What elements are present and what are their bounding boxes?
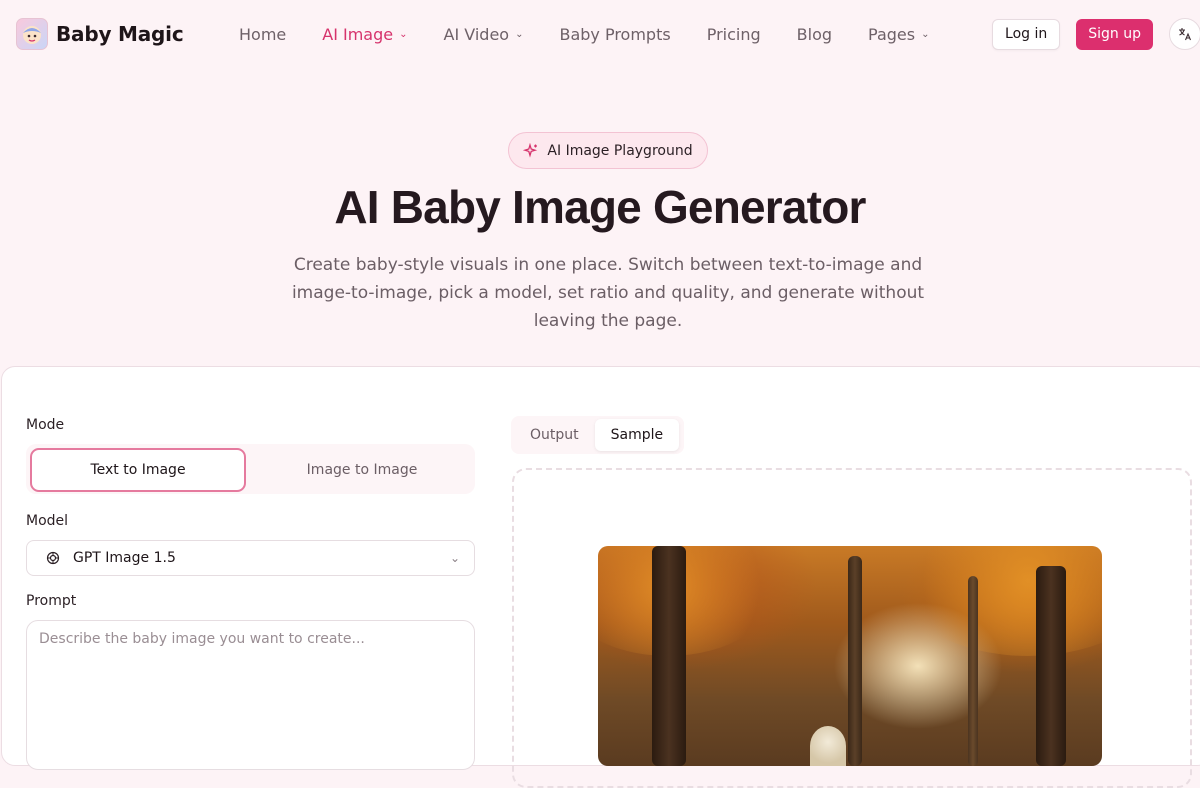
nav-label: Pricing bbox=[706, 24, 761, 44]
model-select[interactable]: GPT Image 1.5 ⌄ bbox=[26, 540, 475, 576]
nav-item-ai-image[interactable]: AI Image ⌄ bbox=[322, 25, 407, 44]
nav-label: AI Image bbox=[322, 24, 394, 44]
mode-toggle: Text to Image Image to Image bbox=[26, 444, 475, 494]
nav-label: AI Video bbox=[443, 24, 510, 44]
preview-tabs: Output Sample bbox=[511, 416, 684, 454]
chevron-down-icon: ⌄ bbox=[921, 28, 930, 40]
main-nav: Home AI Image ⌄ AI Video ⌄ Baby Prompts … bbox=[239, 0, 965, 68]
header-actions: Log in Sign up bbox=[992, 18, 1200, 50]
translate-icon bbox=[1179, 28, 1192, 41]
login-button[interactable]: Log in bbox=[992, 18, 1061, 50]
tab-sample[interactable]: Sample bbox=[594, 419, 680, 451]
nav-item-ai-video[interactable]: AI Video ⌄ bbox=[444, 25, 524, 44]
page-subtitle: Create baby-style visuals in one place. … bbox=[291, 255, 925, 331]
chevron-down-icon: ⌄ bbox=[449, 551, 460, 565]
prompt-input[interactable] bbox=[26, 620, 475, 770]
nav-label: Blog bbox=[796, 24, 833, 44]
page-title: AI Baby Image Generator bbox=[334, 181, 866, 233]
badge-label: AI Image Playground bbox=[547, 142, 693, 159]
signup-button[interactable]: Sign up bbox=[1076, 18, 1153, 50]
logo-icon bbox=[16, 18, 48, 50]
model-label: Model bbox=[26, 513, 69, 529]
sparkle-icon bbox=[523, 142, 538, 158]
nav-item-blog[interactable]: Blog bbox=[797, 25, 832, 44]
mode-text-to-image-button[interactable]: Text to Image bbox=[30, 448, 246, 492]
mode-label: Mode bbox=[26, 417, 65, 433]
language-button[interactable] bbox=[1169, 18, 1200, 50]
top-navbar: Baby Magic Home AI Image ⌄ AI Video ⌄ Ba… bbox=[0, 0, 1200, 68]
model-value: GPT Image 1.5 bbox=[73, 550, 176, 566]
nav-label: Baby Prompts bbox=[559, 24, 671, 44]
nav-item-baby-prompts[interactable]: Baby Prompts bbox=[559, 25, 670, 44]
playground-badge: AI Image Playground bbox=[508, 132, 708, 169]
mode-image-to-image-button[interactable]: Image to Image bbox=[254, 448, 470, 492]
brand-logo-link[interactable]: Baby Magic bbox=[16, 18, 184, 50]
nav-label: Home bbox=[239, 24, 287, 44]
chevron-down-icon: ⌄ bbox=[515, 28, 524, 40]
nav-item-pricing[interactable]: Pricing bbox=[707, 25, 761, 44]
nav-item-pages[interactable]: Pages ⌄ bbox=[868, 25, 929, 44]
nav-label: Pages bbox=[868, 24, 916, 44]
prompt-label: Prompt bbox=[26, 593, 77, 609]
sample-image bbox=[598, 546, 1102, 766]
chevron-down-icon: ⌄ bbox=[399, 28, 408, 40]
openai-icon bbox=[46, 551, 60, 565]
nav-item-home[interactable]: Home bbox=[239, 25, 286, 44]
tab-output[interactable]: Output bbox=[514, 419, 595, 451]
brand-name: Baby Magic bbox=[56, 22, 184, 46]
